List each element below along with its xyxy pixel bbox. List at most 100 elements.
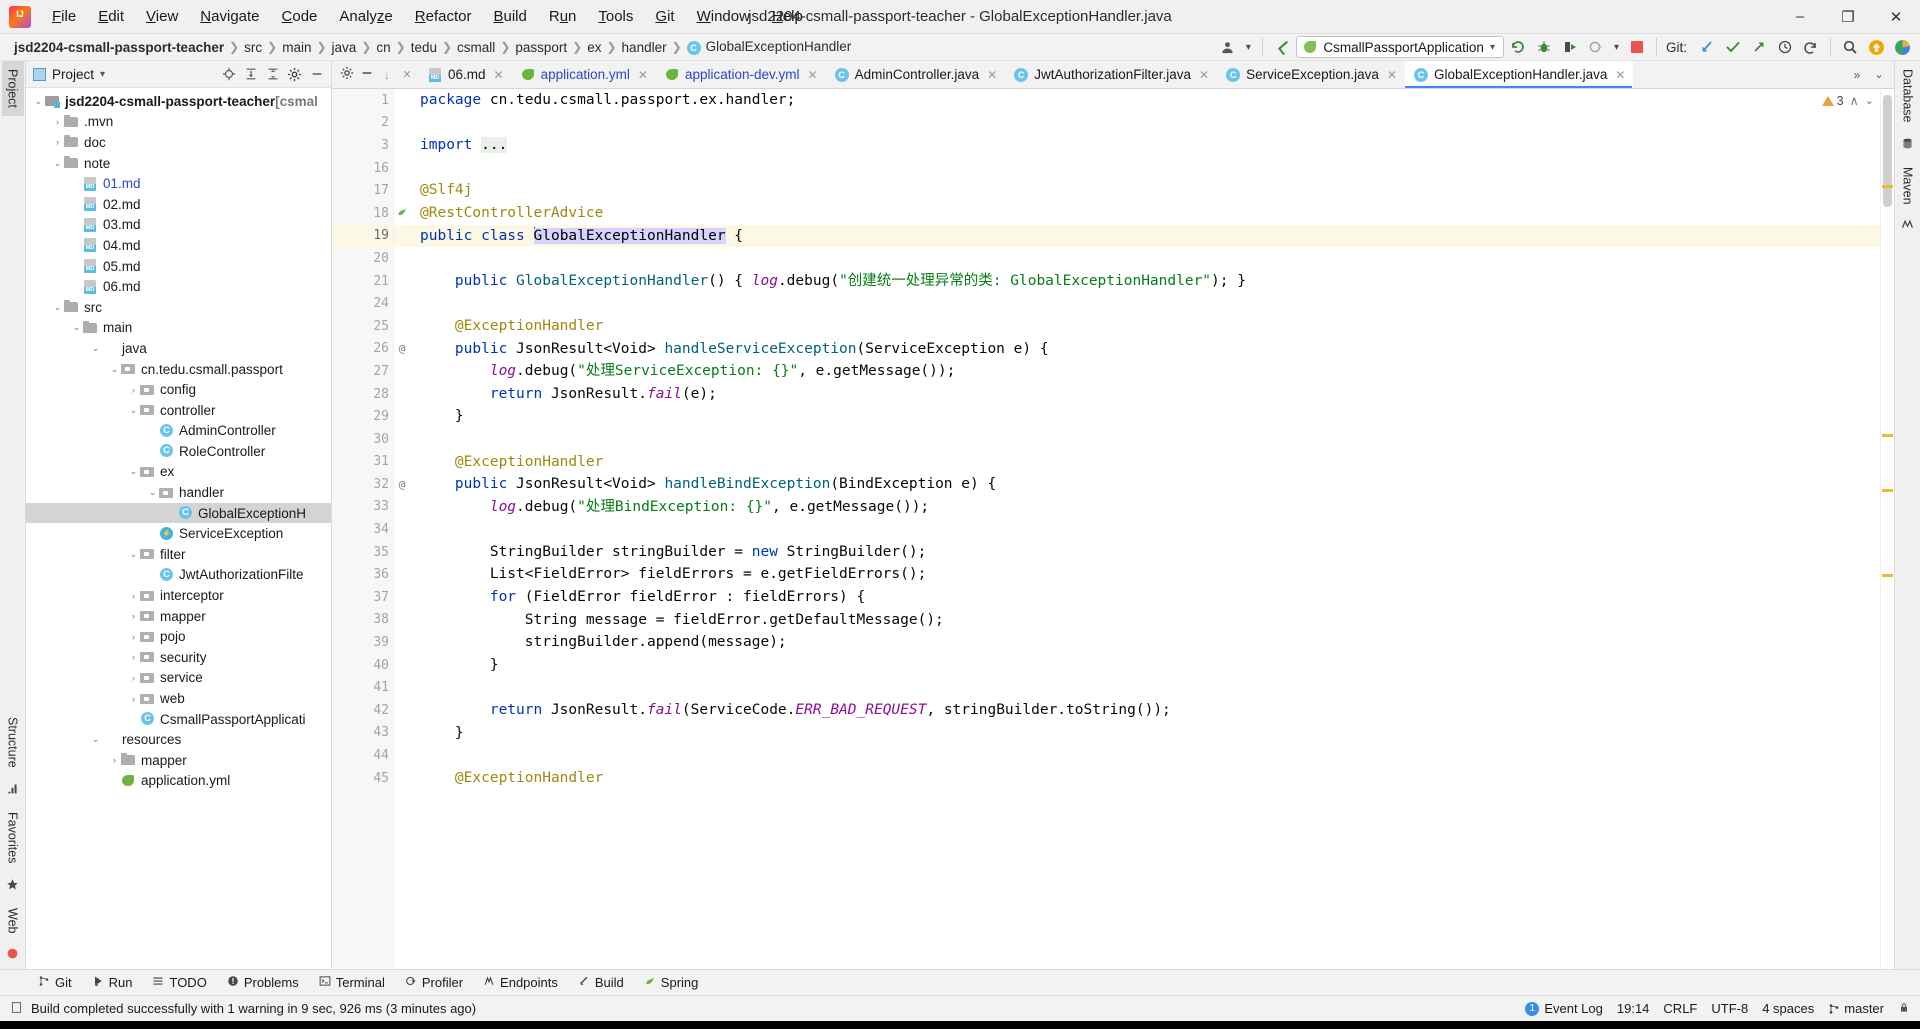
rail-web[interactable]: Web [2,900,24,941]
editor-gutter[interactable]: 1 2 3 16 17 18 19 20 21 24 25 26 @ 27 28 29 30 31 32 @ 33 34 3… [332,89,406,969]
chevron-down-icon[interactable]: ⌄ [108,364,121,375]
tab-close-all-icon[interactable]: ✕ [398,68,416,81]
code-line-42[interactable]: return JsonResult.fail(ServiceCode.ERR_B… [394,699,1880,722]
gutter-line-37[interactable]: 37 [332,586,393,609]
tree-node-config[interactable]: › config [26,379,331,400]
tree-node-03-md[interactable]: ›03.md [26,215,331,236]
chevron-right-icon[interactable]: › [127,652,140,662]
tree-node-interceptor[interactable]: › interceptor [26,585,331,606]
project-tree[interactable]: ⌄ jsd2204-csmall-passport-teacher [csmal ›… [26,88,331,969]
code-line-28[interactable]: return JsonResult.fail(e); [394,383,1880,406]
tree-node-globalexceptionh[interactable]: ›GlobalExceptionH [26,502,331,524]
star-icon[interactable] [6,872,19,900]
tree-node-05-md[interactable]: ›05.md [26,256,331,277]
rail-favorites[interactable]: Favorites [2,804,24,871]
tool-window-build[interactable]: Build [570,973,632,992]
code-line-16[interactable] [394,157,1880,180]
maven-icon[interactable] [1901,212,1914,240]
tree-node-cn-tedu-csmall-passport[interactable]: ⌄ cn.tedu.csmall.passport [26,359,331,380]
gutter-line-43[interactable]: 43 [332,722,393,745]
gutter-line-38[interactable]: 38 [332,609,393,632]
tree-node-web[interactable]: › web [26,688,331,709]
code-line-32[interactable]: public JsonResult<Void> handleBindExcept… [394,473,1880,496]
inspection-caret-icon[interactable]: ⌄ [1865,94,1874,107]
breadcrumb-item-csmall[interactable]: csmall [453,39,499,56]
menu-run[interactable]: Run [538,4,588,29]
hide-icon[interactable] [358,66,376,83]
close-icon[interactable]: ✕ [808,68,818,82]
chevron-right-icon[interactable]: › [127,591,140,601]
gutter-line-19[interactable]: 19 [332,224,406,248]
menu-view[interactable]: View [135,4,189,29]
chevron-down-icon[interactable]: ⌄ [32,96,45,107]
indent-setting[interactable]: 4 spaces [1762,1001,1814,1016]
tool-window-run[interactable]: Run [84,973,141,992]
gutter-line-40[interactable]: 40 [332,654,393,677]
code-line-30[interactable] [394,428,1880,451]
minimize-button[interactable]: – [1776,0,1824,34]
gutter-line-20[interactable]: 20 [332,247,393,270]
code-line-44[interactable] [394,744,1880,767]
breadcrumb-item-src[interactable]: src [240,39,266,56]
tree-node-resources[interactable]: ⌄ resources [26,729,331,750]
gutter-line-41[interactable]: 41 [332,676,393,699]
tree-node-mapper[interactable]: › mapper [26,606,331,627]
tree-node-pojo[interactable]: › pojo [26,626,331,647]
gutter-line-16[interactable]: 16 [332,157,393,180]
editor-scrollbar-thumb[interactable] [1883,95,1892,207]
code-line-21[interactable]: public GlobalExceptionHandler() { log.de… [394,270,1880,293]
breadcrumb-item-tedu[interactable]: tedu [407,39,441,56]
menu-file[interactable]: File [41,4,87,29]
menu-code[interactable]: Code [271,4,329,29]
close-button[interactable]: ✕ [1872,0,1920,34]
menu-analyze[interactable]: Analyze [328,4,403,29]
code-line-35[interactable]: StringBuilder stringBuilder = new String… [394,541,1880,564]
ide-features-icon[interactable] [1890,36,1914,58]
chevron-down-icon[interactable]: ⌄ [127,549,140,560]
rerun-icon[interactable] [1506,36,1530,58]
breadcrumb-item-ex[interactable]: ex [583,39,605,56]
tree-node-main[interactable]: ⌄ main [26,318,331,339]
code-line-38[interactable]: String message = fieldError.getDefaultMe… [394,609,1880,632]
chevron-down-icon[interactable]: ⌄ [127,405,140,416]
tool-window-problems[interactable]: Problems [219,973,307,992]
tree-node-handler[interactable]: ⌄ handler [26,482,331,503]
code-line-19[interactable]: public class GlobalExceptionHandler { [394,224,1880,248]
close-icon[interactable]: ✕ [494,68,504,82]
tabs-menu-icon[interactable]: ⌄ [1870,68,1888,81]
chevron-right-icon[interactable]: › [127,632,140,642]
chevron-down-icon[interactable]: ⌄ [146,487,159,498]
gutter-line-26[interactable]: 26 @ [332,338,405,361]
code-editor[interactable]: package cn.tedu.csmall.passport.ex.handl… [394,89,1880,969]
hide-panel-icon[interactable] [306,64,327,85]
event-log-button[interactable]: 1 Event Log [1525,1001,1603,1016]
gutter-line-2[interactable]: 2 [332,112,393,135]
profile-dropdown-caret-icon[interactable]: ▾ [1241,36,1255,58]
breadcrumb-item-handler[interactable]: handler [618,39,671,56]
tree-node-mapper[interactable]: › mapper [26,750,331,771]
menu-navigate[interactable]: Navigate [189,4,270,29]
tool-window-spring[interactable]: Spring [636,973,707,992]
code-line-26[interactable]: public JsonResult<Void> handleServiceExc… [394,338,1880,361]
code-line-1[interactable]: package cn.tedu.csmall.passport.ex.handl… [394,89,1880,112]
tree-node-rolecontroller[interactable]: ›RoleController [26,441,331,462]
tree-node-doc[interactable]: › doc [26,132,331,153]
run-configuration-selector[interactable]: CsmallPassportApplication ▾ [1296,36,1504,58]
menu-build[interactable]: Build [482,4,537,29]
expand-all-icon[interactable] [240,64,261,85]
warning-count-badge[interactable]: 3 [1821,94,1844,108]
editor-tab-jwtauthorizationfilter-java[interactable]: JwtAuthorizationFilter.java ✕ [1005,61,1217,88]
tool-window-git[interactable]: Git [30,973,80,992]
code-line-39[interactable]: stringBuilder.append(message); [394,631,1880,654]
project-panel-title[interactable]: Project ▾ [33,67,105,82]
search-everywhere-icon[interactable] [1838,36,1862,58]
tree-node-java[interactable]: ⌄ java [26,338,331,359]
rail-project[interactable]: Project [1,61,24,116]
menu-git[interactable]: Git [644,4,685,29]
close-icon[interactable]: ✕ [1199,68,1209,82]
tree-node-02-md[interactable]: ›02.md [26,194,331,215]
tree-node-ex[interactable]: ⌄ ex [26,462,331,483]
line-separator[interactable]: CRLF [1663,1001,1697,1016]
code-line-33[interactable]: log.debug("处理BindException: {}", e.getMe… [394,496,1880,519]
git-push-icon[interactable] [1747,36,1771,58]
